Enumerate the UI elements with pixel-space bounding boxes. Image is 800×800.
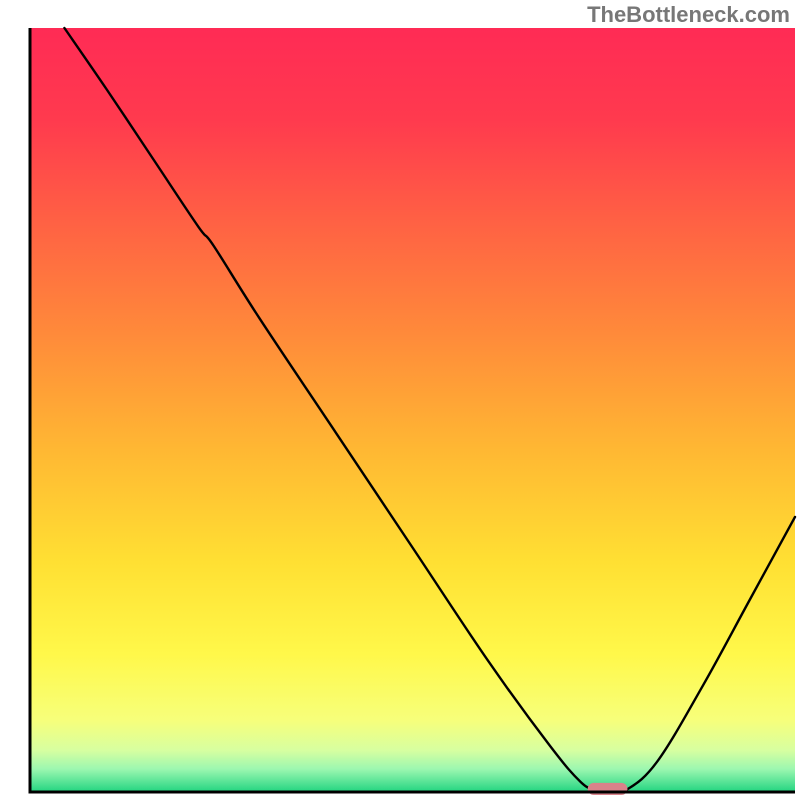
gradient-background [30,28,795,792]
watermark-text: TheBottleneck.com [587,2,790,28]
bottleneck-chart: TheBottleneck.com [0,0,800,800]
plot-area [29,28,796,795]
chart-svg [0,0,800,800]
